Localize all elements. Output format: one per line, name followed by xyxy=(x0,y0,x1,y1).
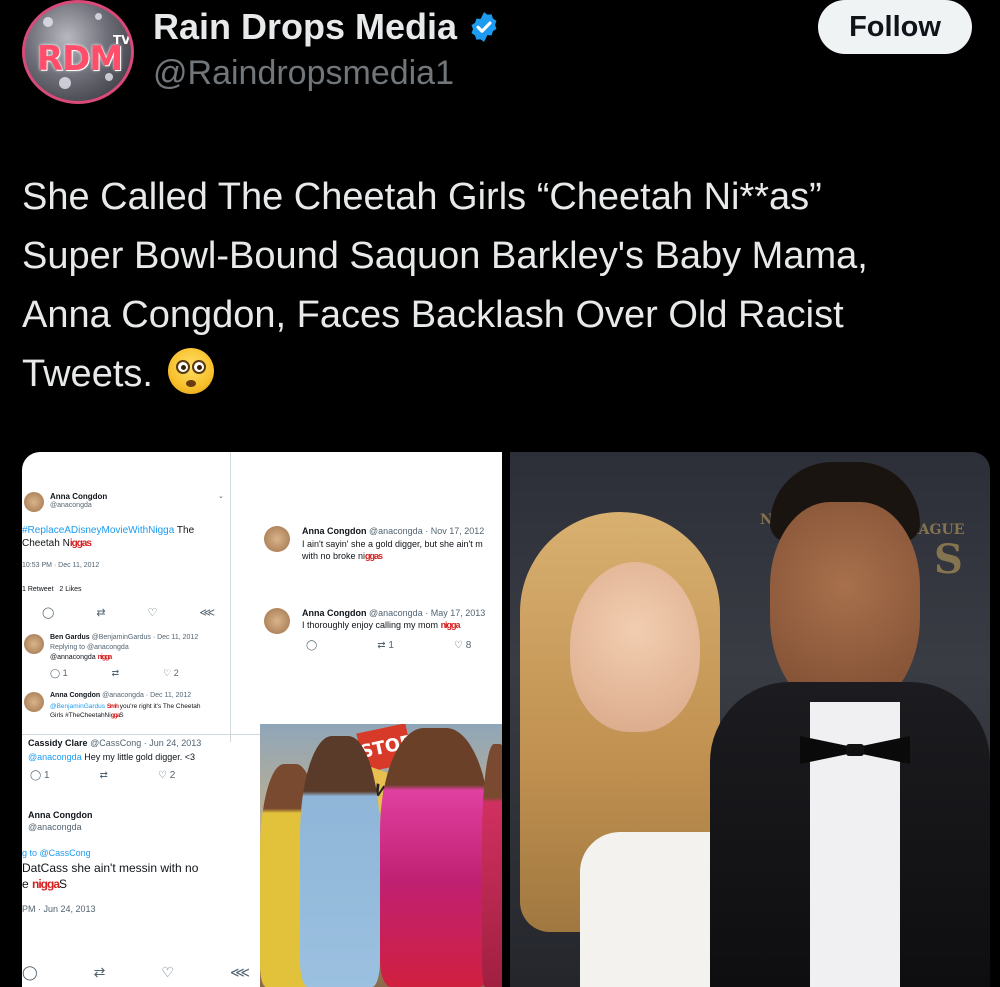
man-figure xyxy=(690,462,990,987)
person-figure xyxy=(380,728,490,987)
collage-tweet-text: I ain't sayin' she a gold digger, but sh… xyxy=(302,539,483,561)
media-image-couple-photo[interactable]: N EAGUE S xyxy=(510,452,990,987)
collage-actions: ◯ ⇄ ♡ ⋘ xyxy=(42,606,215,619)
avatar-badge-text: TV xyxy=(113,33,131,47)
bow-tie-icon xyxy=(800,732,910,768)
post-media[interactable]: Anna Congdon @anacongda ⌄ #ReplaceADisne… xyxy=(22,452,990,987)
flushed-face-icon xyxy=(167,348,214,394)
collage-reply-text: @annacongda nigga xyxy=(50,654,112,661)
post-text-line: She Called The Cheetah Girls “Cheetah Ni… xyxy=(22,176,822,218)
post-header: RDM TV Rain Drops Media @Raindropsmedia1… xyxy=(0,0,1000,110)
collage-handle: @anacongda xyxy=(28,822,82,832)
collage-avatar xyxy=(264,526,290,552)
author-avatar[interactable]: RDM TV xyxy=(22,0,134,104)
share-icon: ⋘ xyxy=(229,964,250,980)
retweet-icon: ⇄ xyxy=(99,770,108,781)
like-icon: ♡ 2 xyxy=(157,770,176,781)
collage-tweet-header: Cassidy Clare @CassCong · Jun 24, 2013 xyxy=(28,738,202,748)
collage-tweet-header: Anna Congdon @anacongda · Nov 17, 2012 xyxy=(302,526,485,536)
collage-handle: @anacongda xyxy=(50,502,92,509)
collage-divider xyxy=(230,452,231,742)
media-image-tweet-collage[interactable]: Anna Congdon @anacongda ⌄ #ReplaceADisne… xyxy=(22,452,502,987)
retweet-icon: ⇄ 1 xyxy=(377,640,394,651)
avatar-logo-text: RDM xyxy=(37,39,123,79)
author-display-name[interactable]: Rain Drops Media xyxy=(153,6,457,48)
like-icon: ♡ xyxy=(161,964,174,980)
like-icon: ♡ 8 xyxy=(453,640,472,651)
chevron-down-icon: ⌄ xyxy=(218,493,224,500)
collage-tweet-text: DatCass she ain't messin with no e nigga… xyxy=(22,861,199,891)
post-text-line: Super Bowl-Bound Saquon Barkley's Baby M… xyxy=(22,235,868,277)
collage-avatar xyxy=(24,492,44,512)
collage-tweet-text: #ReplaceADisneyMovieWithNigga The Cheeta… xyxy=(22,525,195,549)
movie-still-image: STOP OW xyxy=(260,724,502,987)
collage-reply-header: Anna Congdon @anacongda · Dec 11, 2012 xyxy=(50,692,192,699)
collage-avatar xyxy=(264,608,290,634)
reply-icon: ◯ xyxy=(42,607,55,619)
collage-replying: g to @CassCong xyxy=(22,848,91,858)
collage-avatar xyxy=(24,692,44,712)
collage-actions: ◯ 1 ⇄ ♡ 2 xyxy=(30,770,175,781)
author-name-row: Rain Drops Media xyxy=(153,6,501,48)
collage-avatar xyxy=(24,634,44,654)
reply-icon: ◯ xyxy=(306,640,318,651)
collage-name: Anna Congdon xyxy=(28,810,93,820)
like-icon: ♡ 2 xyxy=(163,668,179,678)
person-figure xyxy=(300,736,380,987)
reply-icon: ◯ 1 xyxy=(50,668,68,678)
share-icon: ⋘ xyxy=(199,607,216,619)
like-icon: ♡ xyxy=(147,607,158,619)
avatar-sparkle xyxy=(95,13,102,20)
collage-actions: ◯ ⇄ 1 ♡ 8 xyxy=(306,640,471,651)
retweet-icon: ⇄ xyxy=(111,668,120,678)
collage-tweet-header: Anna Congdon @anacongda · May 17, 2013 xyxy=(302,608,486,618)
collage-divider xyxy=(22,734,260,735)
collage-actions: ◯ 1 ⇄ ♡ 2 xyxy=(50,668,179,679)
collage-replying: Replying to @anacongda xyxy=(50,644,129,651)
author-handle[interactable]: @Raindropsmedia1 xyxy=(153,54,454,93)
reply-icon: ◯ 1 xyxy=(30,770,50,781)
collage-name: Anna Congdon xyxy=(50,492,108,501)
collage-reply-text: @BenjaminGardus Smh you're right it's Th… xyxy=(50,703,201,719)
verified-badge-icon xyxy=(471,12,497,42)
collage-time: PM · Jun 24, 2013 xyxy=(22,904,96,914)
retweet-icon: ⇄ xyxy=(96,607,106,619)
person-figure xyxy=(482,744,502,987)
post-text-line: Anna Congdon, Faces Backlash Over Old Ra… xyxy=(22,294,844,336)
post-text-last-line: Tweets. xyxy=(22,345,982,404)
avatar-sparkle xyxy=(43,17,53,27)
collage-tweet-text: I thoroughly enjoy calling my mom nigga xyxy=(302,620,461,630)
follow-button[interactable]: Follow xyxy=(818,0,972,54)
collage-reply-header: Ben Gardus @BenjaminGardus · Dec 11, 201… xyxy=(50,634,199,641)
retweet-icon: ⇄ xyxy=(93,964,106,980)
collage-actions: ◯ ⇄ ♡ ⋘ xyxy=(22,964,250,981)
reply-icon: ◯ xyxy=(22,964,38,980)
post-text-line: Tweets. xyxy=(22,353,153,395)
collage-time: 10:53 PM · Dec 11, 2012 xyxy=(22,562,100,569)
post-text: She Called The Cheetah Girls “Cheetah Ni… xyxy=(22,168,982,404)
collage-stats: 1 Retweet 2 Likes xyxy=(22,586,82,593)
collage-tweet-text: @anacongda Hey my little gold digger. <3 xyxy=(28,752,195,762)
